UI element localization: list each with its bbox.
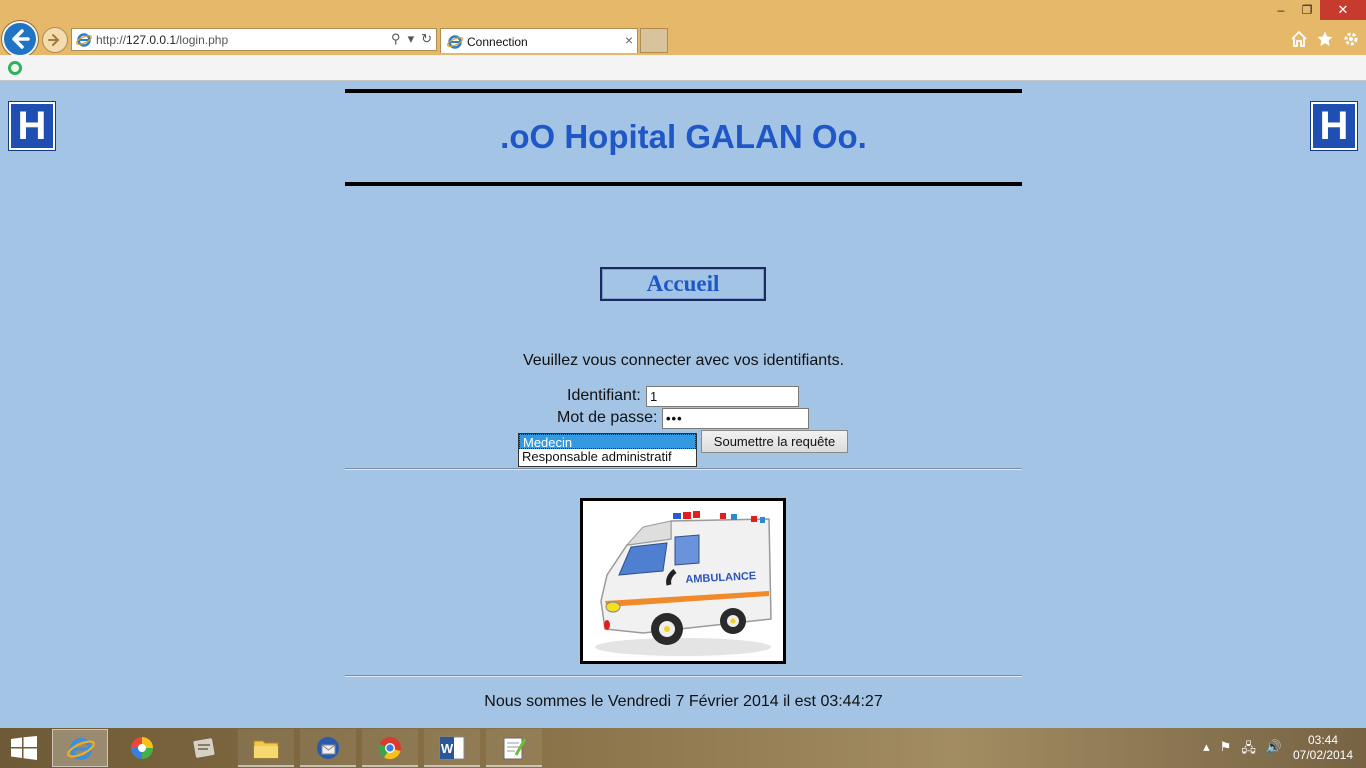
accueil-button[interactable]: Accueil — [600, 267, 766, 301]
window-controls: – ❐ ✕ — [1268, 0, 1366, 22]
start-button[interactable] — [10, 736, 38, 765]
role-option-medecin[interactable]: Medecin — [519, 434, 696, 450]
system-tray: ▴ ⚑ 🖧 🔊 — [1203, 739, 1282, 761]
forward-arrow-icon — [48, 34, 60, 46]
settings-gear-icon[interactable] — [1342, 30, 1360, 48]
taskbar-file-explorer[interactable] — [238, 729, 294, 767]
url-path: /login.php — [176, 33, 229, 47]
address-bar[interactable]: http://127.0.0.1/login.php ⚲ ▾ ↻ — [71, 28, 437, 51]
dropdown-icon[interactable]: ▾ — [408, 31, 415, 47]
taskbar-notepad-plus[interactable] — [486, 729, 542, 767]
title-rule-bottom — [345, 182, 1022, 186]
notepad-plus-icon — [503, 737, 527, 760]
thunderbird-icon — [317, 737, 339, 759]
ie-tab-icon — [447, 35, 463, 49]
forward-button[interactable] — [42, 27, 68, 53]
new-tab-button[interactable] — [640, 28, 668, 53]
role-select[interactable]: Medecin Responsable administratif — [518, 433, 697, 467]
favorites-bar — [0, 55, 1366, 81]
hospital-logo-right: H — [1311, 102, 1357, 150]
folder-icon — [253, 740, 279, 759]
addon-icon[interactable] — [8, 61, 22, 75]
word-icon: W — [439, 736, 465, 760]
url-host: 127.0.0.1 — [126, 33, 177, 47]
internet-explorer-icon — [67, 738, 95, 760]
taskbar-internet-explorer[interactable] — [52, 729, 108, 767]
login-instruction: Veuillez vous connecter avec vos identif… — [522, 352, 845, 369]
scanner-icon — [192, 737, 216, 759]
taskbar-scanner[interactable] — [176, 729, 232, 767]
address-tools: ⚲ ▾ ↻ — [391, 31, 432, 47]
system-clock[interactable]: 03:44 07/02/2014 — [1288, 733, 1358, 763]
close-button[interactable]: ✕ — [1320, 0, 1366, 20]
tab-title: Connection — [467, 35, 528, 49]
minimize-button[interactable]: – — [1268, 0, 1294, 20]
ie-page-icon — [76, 33, 92, 47]
current-date-time: Nous sommes le Vendredi 7 Février 2014 i… — [484, 693, 883, 710]
back-arrow-icon — [12, 29, 30, 49]
home-icon[interactable] — [1290, 30, 1308, 48]
divider — [345, 468, 1022, 470]
taskbar-chrome[interactable] — [362, 729, 418, 767]
hospital-logo-left: H — [9, 102, 55, 150]
clock-time: 03:44 — [1307, 733, 1339, 747]
refresh-icon[interactable]: ↻ — [421, 31, 432, 47]
windows-taskbar: W ▴ ⚑ 🖧 🔊 03:44 07/02/2014 — [0, 728, 1366, 768]
username-label: Identifiant: — [567, 387, 641, 404]
svg-text:W: W — [441, 741, 454, 756]
title-rule-top — [345, 89, 1022, 93]
restore-button[interactable]: ❐ — [1294, 0, 1320, 20]
tab-connection[interactable]: Connection × — [440, 28, 638, 53]
picasa-icon — [131, 737, 153, 759]
network-icon[interactable]: 🖧 — [1241, 739, 1256, 761]
role-option-responsable[interactable]: Responsable administratif — [519, 449, 696, 464]
chrome-icon — [378, 737, 401, 760]
windows-logo-icon — [11, 736, 37, 760]
ambulance-illustration: AMBULANCE — [595, 511, 772, 656]
ambulance-image: AMBULANCE — [580, 498, 786, 664]
page-title: .oO Hopital GALAN Oo. — [500, 118, 867, 155]
taskbar-thunderbird[interactable] — [300, 729, 356, 767]
show-hidden-icons-icon[interactable]: ▴ — [1203, 739, 1210, 761]
url-prefix: http:// — [96, 33, 127, 47]
submit-button[interactable]: Soumettre la requête — [701, 430, 848, 453]
favorites-star-icon[interactable] — [1316, 30, 1334, 48]
username-input[interactable]: 1 — [646, 386, 799, 407]
search-icon[interactable]: ⚲ — [391, 31, 401, 47]
volume-icon[interactable]: 🔊 — [1266, 739, 1282, 761]
clock-date: 07/02/2014 — [1292, 748, 1354, 762]
taskbar-word[interactable]: W — [424, 729, 480, 767]
url-text: http://127.0.0.1/login.php — [96, 33, 228, 47]
action-center-icon[interactable]: ⚑ — [1220, 739, 1232, 761]
back-button[interactable] — [2, 21, 38, 57]
password-label: Mot de passe: — [557, 409, 658, 426]
divider — [345, 675, 1022, 677]
browser-toolbar-icons — [1290, 30, 1360, 48]
taskbar-picasa[interactable] — [114, 729, 170, 767]
password-input[interactable]: ••• — [662, 408, 809, 429]
tab-close-icon[interactable]: × — [625, 32, 633, 48]
